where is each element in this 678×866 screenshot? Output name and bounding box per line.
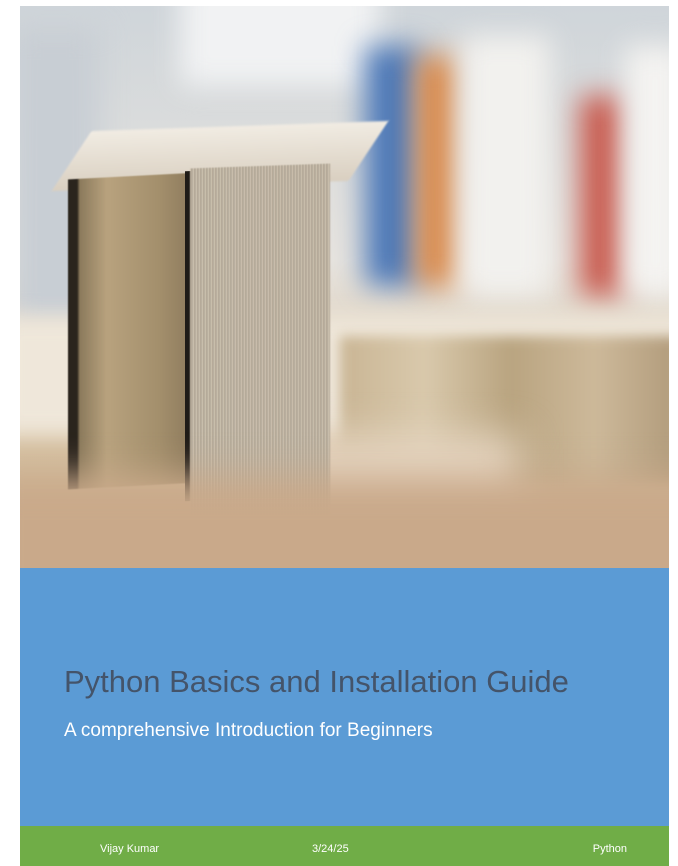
cover-footer: Vijay Kumar 3/24/25 Python: [20, 826, 669, 866]
document-subject: Python: [592, 843, 627, 855]
cover-photo: [20, 6, 669, 568]
title-band: Python Basics and Installation Guide A c…: [20, 568, 669, 826]
book-spine: [68, 172, 198, 490]
document-title: Python Basics and Installation Guide: [64, 664, 569, 699]
publish-date: 3/24/25: [312, 843, 349, 855]
document-subtitle: A comprehensive Introduction for Beginne…: [64, 720, 433, 741]
author-name: Vijay Kumar: [100, 843, 160, 855]
cover-page: Python Basics and Installation Guide A c…: [20, 6, 669, 866]
